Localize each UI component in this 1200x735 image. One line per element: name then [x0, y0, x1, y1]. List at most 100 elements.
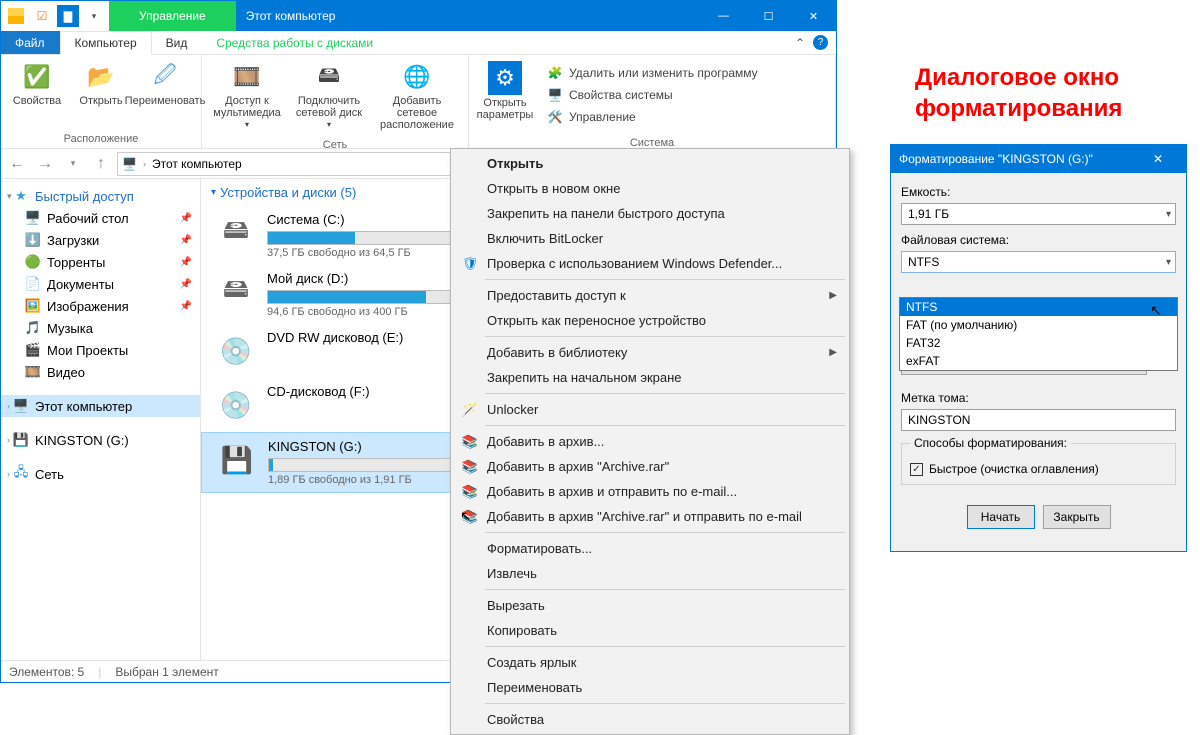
ctx-cut[interactable]: Вырезать	[453, 593, 847, 618]
tab-view[interactable]: Вид	[152, 31, 203, 54]
nav-forward-button[interactable]: →	[33, 152, 57, 176]
minimize-button[interactable]: —	[701, 1, 746, 31]
nav-item-0[interactable]: 🖥️Рабочий стол📌	[1, 207, 200, 229]
ctx-shortcut[interactable]: Создать ярлык	[453, 650, 847, 675]
capacity-bar	[267, 290, 477, 304]
filesystem-select[interactable]: NTFS▾	[901, 251, 1176, 273]
uninstall-icon: 🧩	[547, 65, 563, 81]
ctx-bitlocker[interactable]: Включить BitLocker	[453, 226, 847, 251]
ribbon-tabs: Файл Компьютер Вид Средства работы с дис…	[1, 31, 836, 55]
nav-back-button[interactable]: ←	[5, 152, 29, 176]
drive-icon: 💿	[215, 384, 257, 426]
ribbon-collapse-icon[interactable]: ⌃	[795, 36, 805, 50]
capacity-select[interactable]: 1,91 ГБ▾	[901, 203, 1176, 225]
folder-icon: 🎬	[25, 342, 41, 358]
cursor-icon: ↖	[460, 508, 472, 525]
drive-icon: 🖴	[215, 212, 257, 254]
kingston-drive[interactable]: ›💾KINGSTON (G:)	[1, 429, 200, 451]
ctx-properties[interactable]: Свойства	[453, 707, 847, 732]
ctx-open[interactable]: Открыть	[453, 151, 847, 176]
ctx-format[interactable]: Форматировать...	[453, 536, 847, 561]
format-methods-label: Способы форматирования:	[910, 436, 1071, 450]
ctx-add-library[interactable]: Добавить в библиотеку▶	[453, 340, 847, 365]
fs-option-fat[interactable]: FAT (по умолчанию)	[900, 316, 1177, 334]
ctx-eject[interactable]: Извлечь	[453, 561, 847, 586]
maximize-button[interactable]: ☐	[746, 1, 791, 31]
fs-option-exfat[interactable]: exFAT	[900, 352, 1177, 370]
tab-computer[interactable]: Компьютер	[60, 31, 152, 55]
ctx-defender[interactable]: 🛡Проверка с использованием Windows Defen…	[453, 251, 847, 276]
nav-item-7[interactable]: 🎞️Видео	[1, 361, 200, 383]
qat-folder-icon[interactable]: ▇	[57, 5, 79, 27]
context-tab-label: Управление	[139, 9, 206, 23]
add-location-button[interactable]: 🌐Добавить сетевое расположение	[372, 59, 462, 133]
manage-button[interactable]: 🛠️Управление	[543, 107, 762, 127]
ctx-rename[interactable]: Переименовать	[453, 675, 847, 700]
pc-icon: 🖥️	[13, 398, 29, 414]
nav-up-button[interactable]: ↑	[89, 152, 113, 176]
nav-item-2[interactable]: 🟢Торренты📌	[1, 251, 200, 273]
folder-icon: 🖼️	[25, 298, 41, 314]
quick-format-checkbox[interactable]: ✓ Быстрое (очистка оглавления)	[910, 462, 1167, 476]
ctx-unlocker[interactable]: 🪄Unlocker	[453, 397, 847, 422]
volume-label-input[interactable]: KINGSTON	[901, 409, 1176, 431]
nav-item-3[interactable]: 📄Документы📌	[1, 273, 200, 295]
nav-item-5[interactable]: 🎵Музыка	[1, 317, 200, 339]
ctx-rar-named-email[interactable]: 📚Добавить в архив "Archive.rar" и отправ…	[453, 504, 847, 529]
context-tab[interactable]: Управление	[109, 1, 236, 31]
rename-button[interactable]: 🖉Переименовать	[135, 59, 195, 109]
nav-item-4[interactable]: 🖼️Изображения📌	[1, 295, 200, 317]
rename-icon: 🖉	[149, 61, 181, 93]
dialog-close-button[interactable]: ✕	[1138, 152, 1178, 166]
fs-option-fat32[interactable]: FAT32	[900, 334, 1177, 352]
ctx-pin-quick-access[interactable]: Закрепить на панели быстрого доступа	[453, 201, 847, 226]
properties-icon: ✅	[21, 61, 53, 93]
system-icon: 🖥️	[547, 87, 563, 103]
quick-access[interactable]: ▾★Быстрый доступ	[1, 185, 200, 207]
nav-item-1[interactable]: ⬇️Загрузки📌	[1, 229, 200, 251]
nav-pane: ▾★Быстрый доступ 🖥️Рабочий стол📌⬇️Загруз…	[1, 179, 201, 660]
folder-icon: ⬇️	[25, 232, 41, 248]
close-dialog-button[interactable]: Закрыть	[1043, 505, 1111, 529]
window-title: Этот компьютер	[236, 1, 701, 31]
fs-option-ntfs[interactable]: NTFS	[900, 298, 1177, 316]
titlebar: ☑ ▇ ▾ Управление Этот компьютер — ☐ ✕	[1, 1, 836, 31]
usb-icon: 💾	[13, 432, 29, 448]
ctx-copy[interactable]: Копировать	[453, 618, 847, 643]
chevron-down-icon: ▾	[1166, 209, 1171, 220]
uninstall-program-button[interactable]: 🧩Удалить или изменить программу	[543, 63, 762, 83]
ctx-portable[interactable]: Открыть как переносное устройство	[453, 308, 847, 333]
folder-icon: 🟢	[25, 254, 41, 270]
media-access-button[interactable]: 🎞️Доступ к мультимедиа▾	[208, 59, 286, 132]
tab-file[interactable]: Файл	[1, 31, 60, 54]
qat-dropdown-icon[interactable]: ▾	[83, 5, 105, 27]
rar-icon: 📚	[461, 484, 479, 500]
ctx-open-new-window[interactable]: Открыть в новом окне	[453, 176, 847, 201]
ctx-rar-add[interactable]: 📚Добавить в архив...	[453, 429, 847, 454]
drive-icon: 💿	[215, 330, 257, 372]
manage-icon: 🛠️	[547, 109, 563, 125]
capacity-label: Емкость:	[901, 181, 1176, 199]
ctx-pin-start[interactable]: Закрепить на начальном экране	[453, 365, 847, 390]
wand-icon: 🪄	[461, 402, 479, 418]
network[interactable]: ›🖧Сеть	[1, 463, 200, 485]
map-drive-button[interactable]: 🖴Подключить сетевой диск▾	[290, 59, 368, 132]
start-button[interactable]: Начать	[967, 505, 1035, 529]
qat-check-icon[interactable]: ☑	[31, 5, 53, 27]
folder-icon: 🎞️	[25, 364, 41, 380]
this-pc[interactable]: ›🖥️Этот компьютер	[1, 395, 200, 417]
close-button[interactable]: ✕	[791, 1, 836, 31]
system-properties-button[interactable]: 🖥️Свойства системы	[543, 85, 762, 105]
nav-item-6[interactable]: 🎬Мои Проекты	[1, 339, 200, 361]
open-settings-button[interactable]: ⚙Открыть параметры	[475, 59, 535, 123]
open-button[interactable]: 📂Открыть	[71, 59, 131, 109]
ctx-rar-add-named[interactable]: 📚Добавить в архив "Archive.rar"	[453, 454, 847, 479]
tab-disk-tools[interactable]: Средства работы с дисками	[202, 31, 388, 54]
help-icon[interactable]: ?	[813, 35, 828, 50]
dialog-titlebar: Форматирование "KINGSTON (G:)" ✕	[891, 145, 1186, 173]
properties-button[interactable]: ✅Свойства	[7, 59, 67, 109]
ctx-share[interactable]: Предоставить доступ к▶	[453, 283, 847, 308]
format-methods-group: Способы форматирования: ✓ Быстрое (очист…	[901, 443, 1176, 485]
ctx-rar-email[interactable]: 📚Добавить в архив и отправить по e-mail.…	[453, 479, 847, 504]
nav-history-button[interactable]: ▾	[61, 152, 85, 176]
